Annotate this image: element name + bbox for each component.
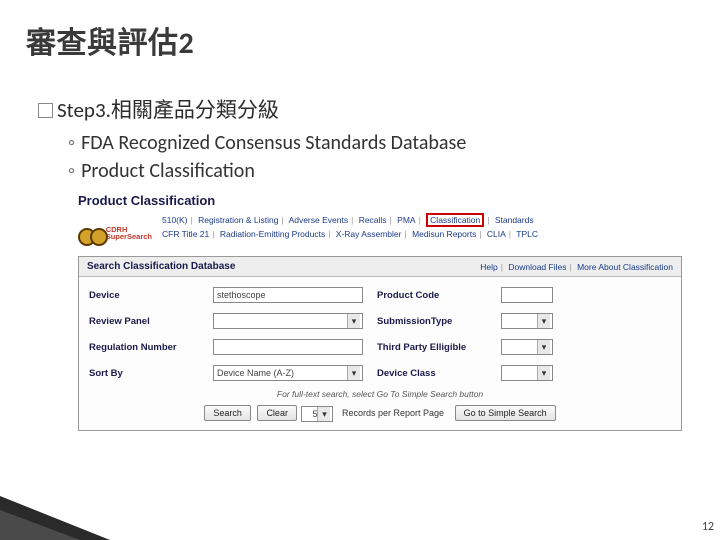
sort-by-label: Sort By — [89, 368, 199, 379]
download-link[interactable]: Download Files — [508, 262, 566, 272]
search-button[interactable]: Search — [204, 405, 251, 421]
nav-link[interactable]: Adverse Events — [289, 215, 349, 225]
step-text: 相關產品分類分級 — [111, 97, 279, 123]
search-db-title: Search Classification Database — [87, 261, 235, 272]
clear-button[interactable]: Clear — [257, 405, 297, 421]
nav-link[interactable]: PMA — [397, 215, 415, 225]
list-item: ◦Product Classification — [68, 158, 696, 185]
nav-link[interactable]: Registration & Listing — [198, 215, 278, 225]
product-code-input[interactable] — [501, 287, 553, 303]
nav-link-classification[interactable]: Classification — [426, 213, 484, 227]
search-db-links: Help| Download Files| More About Classif… — [480, 262, 673, 272]
page-number: 12 — [702, 520, 714, 534]
search-db-header: Search Classification Database Help| Dow… — [79, 257, 681, 277]
search-form: Device stethoscope Product Code Review P… — [79, 277, 681, 430]
bullet-marker: ◦ — [68, 131, 75, 155]
records-per-page-label: Records per Report Page — [342, 408, 444, 418]
nav-link[interactable]: TPLC — [516, 229, 538, 239]
nav-link[interactable]: CLIA — [487, 229, 506, 239]
sub-bullet-list: ◦FDA Recognized Consensus Standards Data… — [68, 130, 696, 185]
search-db-panel: Search Classification Database Help| Dow… — [78, 256, 682, 431]
screenshot-heading: Product Classification — [78, 193, 682, 208]
sort-by-select[interactable]: Device Name (A-Z) — [213, 365, 363, 381]
slide-title: 審查與評估2 — [26, 18, 696, 62]
device-label: Device — [89, 290, 199, 301]
nav-links-row-1: 510(K)| Registration & Listing| Adverse … — [162, 214, 682, 228]
about-link[interactable]: More About Classification — [577, 262, 673, 272]
go-to-simple-search-button[interactable]: Go to Simple Search — [455, 405, 556, 421]
bullet-marker: ◦ — [68, 159, 75, 183]
nav-link[interactable]: 510(K) — [162, 215, 188, 225]
fda-screenshot: Product Classification CDRH SuperSearch … — [78, 193, 682, 431]
step-label: Step3. — [57, 97, 111, 123]
binoculars-icon — [78, 222, 103, 244]
search-hint: For full-text search, select Go To Simpl… — [89, 389, 671, 399]
per-page-select[interactable]: 50 — [301, 406, 333, 422]
nav-link[interactable]: Standards — [495, 215, 534, 225]
step-line: Step3.相關產品分類分級 — [38, 94, 696, 124]
button-row: Search Clear 50 Records per Report Page … — [89, 405, 671, 422]
device-input[interactable]: stethoscope — [213, 287, 363, 303]
nav-link[interactable]: CFR Title 21 — [162, 229, 209, 239]
regulation-number-input[interactable] — [213, 339, 363, 355]
third-party-label: Third Party Elligible — [377, 342, 487, 353]
screenshot-header-row: CDRH SuperSearch 510(K)| Registration & … — [78, 212, 682, 252]
nav-link[interactable]: Radiation-Emitting Products — [220, 229, 325, 239]
corner-decoration — [0, 478, 110, 540]
help-link[interactable]: Help — [480, 262, 497, 272]
nav-link[interactable]: Recalls — [359, 215, 387, 225]
submission-type-label: SubmissionType — [377, 316, 487, 327]
supersearch-label: CDRH SuperSearch — [106, 226, 152, 241]
nav-link[interactable]: X-Ray Assembler — [336, 229, 402, 239]
review-panel-label: Review Panel — [89, 316, 199, 327]
third-party-select[interactable] — [501, 339, 553, 355]
nav-links-row-2: CFR Title 21| Radiation-Emitting Product… — [162, 228, 682, 242]
regulation-number-label: Regulation Number — [89, 342, 199, 353]
review-panel-select[interactable] — [213, 313, 363, 329]
device-class-label: Device Class — [377, 368, 487, 379]
nav-link[interactable]: Medisun Reports — [412, 229, 476, 239]
bullet-text: Product Classification — [81, 159, 255, 183]
device-class-select[interactable] — [501, 365, 553, 381]
slide: 審查與評估2 Step3.相關產品分類分級 ◦FDA Recognized Co… — [0, 0, 720, 540]
supersearch-logo: CDRH SuperSearch — [78, 212, 152, 252]
nav-links-area: 510(K)| Registration & Listing| Adverse … — [162, 212, 682, 241]
submission-type-select[interactable] — [501, 313, 553, 329]
product-code-label: Product Code — [377, 290, 487, 301]
list-item: ◦FDA Recognized Consensus Standards Data… — [68, 130, 696, 157]
checkbox-icon — [38, 103, 53, 118]
bullet-text: FDA Recognized Consensus Standards Datab… — [81, 131, 466, 155]
supersearch-line2: SuperSearch — [106, 233, 152, 241]
